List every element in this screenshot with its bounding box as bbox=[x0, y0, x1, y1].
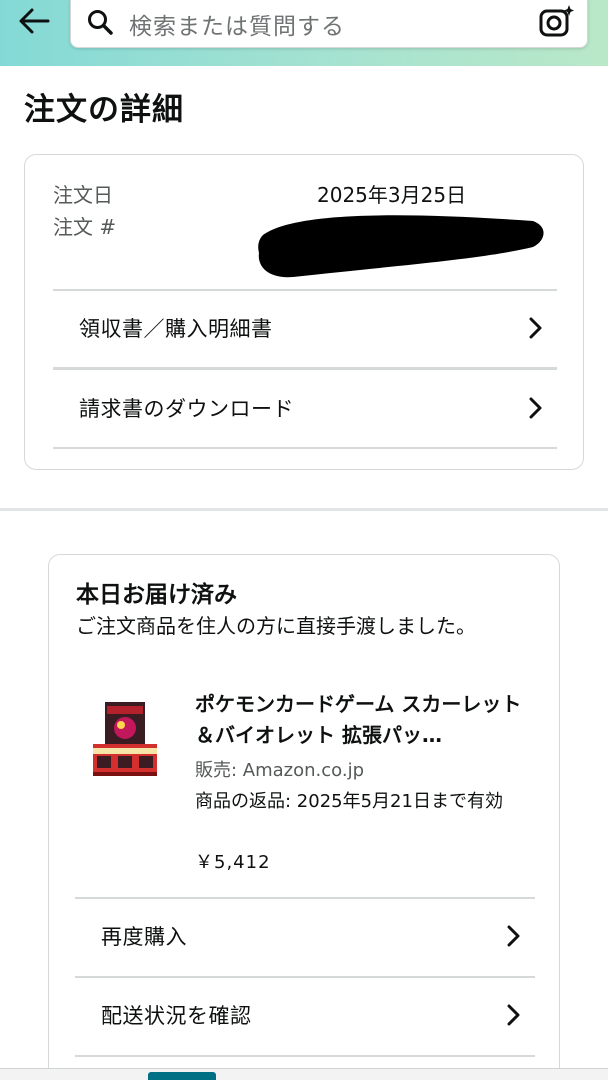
chevron-right-icon bbox=[529, 317, 542, 339]
camera-icon[interactable] bbox=[537, 3, 575, 39]
invoice-download-row[interactable]: 請求書のダウンロード bbox=[53, 369, 557, 447]
order-date-label: 注文日 bbox=[53, 183, 113, 207]
active-tab-indicator bbox=[148, 1072, 216, 1080]
search-input[interactable]: 検索または質問する bbox=[70, 0, 588, 48]
order-date-value: 2025年3月25日 bbox=[317, 183, 467, 207]
bottom-toolbar bbox=[0, 1068, 608, 1080]
track-package-row[interactable]: 配送状況を確認 bbox=[75, 976, 535, 1054]
top-header: 検索または質問する bbox=[0, 0, 608, 66]
divider bbox=[75, 1055, 535, 1057]
product-price: ￥5,412 bbox=[195, 852, 271, 873]
seller-info: 販売: Amazon.co.jp bbox=[195, 760, 364, 781]
buy-again-label: 再度購入 bbox=[101, 925, 187, 949]
product-title[interactable]: ポケモンカードゲーム スカーレット＆バイオレット 拡張パッ… bbox=[195, 689, 535, 751]
divider bbox=[53, 447, 557, 449]
redaction-mark bbox=[258, 215, 544, 278]
back-button[interactable] bbox=[14, 4, 54, 38]
delivery-card: 本日お届け済み ご注文商品を住人の方に直接手渡しました。 ポケモンカードゲーム … bbox=[48, 554, 560, 1080]
delivery-status: 本日お届け済み bbox=[76, 582, 237, 608]
buy-again-row[interactable]: 再度購入 bbox=[75, 897, 535, 975]
section-separator bbox=[0, 508, 608, 511]
invoice-download-label: 請求書のダウンロード bbox=[79, 397, 294, 421]
return-policy: 商品の返品: 2025年5月21日まで有効 bbox=[195, 791, 503, 812]
arrow-left-icon bbox=[19, 8, 50, 34]
receipt-label: 領収書／購入明細書 bbox=[79, 317, 273, 341]
product-thumbnail[interactable] bbox=[91, 698, 159, 778]
search-icon bbox=[88, 10, 113, 35]
page-title: 注文の詳細 bbox=[24, 92, 184, 128]
track-package-label: 配送状況を確認 bbox=[101, 1004, 252, 1028]
chevron-right-icon bbox=[507, 925, 520, 947]
search-placeholder: 検索または質問する bbox=[129, 14, 345, 40]
chevron-right-icon bbox=[529, 397, 542, 419]
receipt-row[interactable]: 領収書／購入明細書 bbox=[53, 289, 557, 367]
chevron-right-icon bbox=[507, 1004, 520, 1026]
order-number-label: 注文 # bbox=[53, 215, 117, 239]
order-info-card: 注文日 2025年3月25日 注文 # 領収書／購入明細書 請求書のダウンロード bbox=[24, 154, 584, 470]
delivery-message: ご注文商品を住人の方に直接手渡しました。 bbox=[76, 614, 476, 638]
